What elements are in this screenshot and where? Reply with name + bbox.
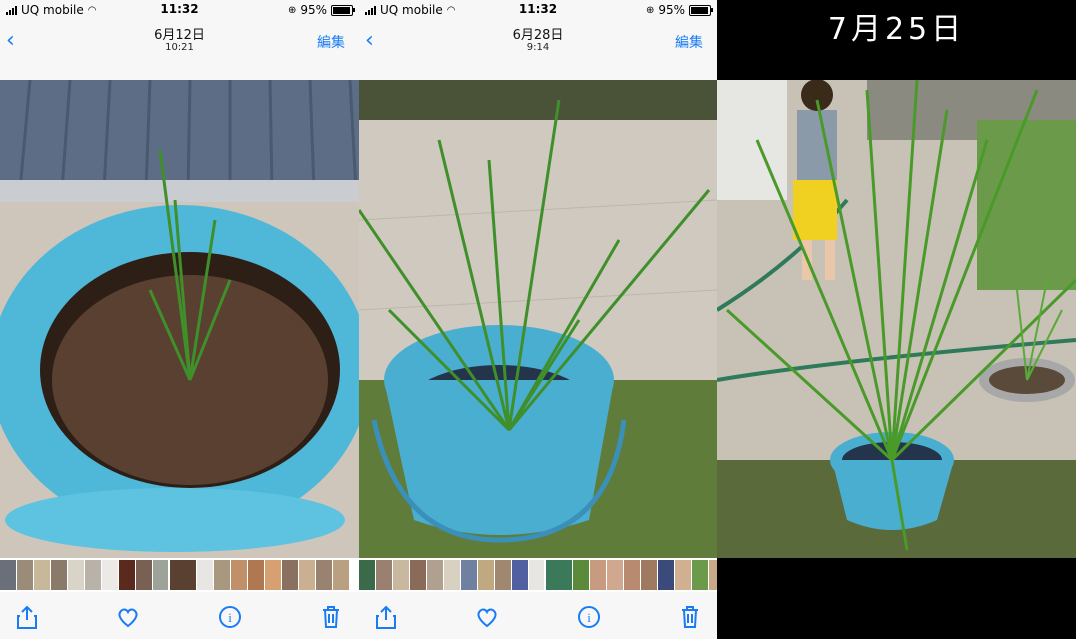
photo-date: 6月12日 (154, 28, 205, 43)
photo-viewer-panel-1: UQ mobile ◠ 11:32 ⊕ 95% ‹ 6月12日 10:21 編集 (0, 0, 359, 639)
battery-icon (689, 4, 713, 16)
photo-bucket-mud-seedling[interactable] (0, 80, 359, 558)
thumbnail-strip[interactable] (359, 558, 717, 592)
share-icon[interactable] (14, 604, 40, 630)
battery-percent: 95% (658, 3, 685, 17)
photo-time: 10:21 (165, 42, 194, 53)
bottom-toolbar: i (0, 598, 359, 638)
orientation-lock-icon: ⊕ (287, 4, 297, 16)
info-icon[interactable]: i (576, 604, 602, 630)
thumbnail-strip[interactable] (0, 558, 359, 592)
photo-child-watering-rice[interactable] (717, 80, 1076, 558)
nav-bar: ‹ 6月28日 9:14 編集 (359, 20, 717, 62)
svg-text:i: i (228, 610, 232, 625)
photo-viewer-panel-2: UQ mobile ◠ 11:32 ⊕ 95% ‹ 6月28日 9:14 編集 (359, 0, 717, 639)
status-bar: UQ mobile ◠ 11:32 ⊕ 95% (0, 0, 359, 20)
nav-bar: ‹ 6月12日 10:21 編集 (0, 20, 359, 62)
photo-panel-3: 7月25日 (717, 0, 1076, 639)
edit-button[interactable]: 編集 (317, 32, 345, 52)
edit-button[interactable]: 編集 (675, 32, 703, 52)
bottom-toolbar: i (359, 598, 717, 638)
share-icon[interactable] (373, 604, 399, 630)
heart-icon[interactable] (115, 604, 141, 630)
orientation-lock-icon: ⊕ (645, 4, 655, 16)
photo-time: 9:14 (526, 42, 550, 53)
info-icon[interactable]: i (217, 604, 243, 630)
trash-icon[interactable] (318, 604, 344, 630)
status-bar: UQ mobile ◠ 11:32 ⊕ 95% (359, 0, 717, 20)
battery-percent: 95% (300, 3, 327, 17)
trash-icon[interactable] (677, 604, 703, 630)
photo-date: 6月28日 (512, 28, 564, 43)
svg-text:i: i (587, 610, 591, 625)
photo-bucket-rice-plant[interactable] (359, 80, 717, 558)
photo-date-title: 7月25日 (827, 12, 966, 47)
heart-icon[interactable] (474, 604, 500, 630)
battery-icon (331, 4, 355, 16)
